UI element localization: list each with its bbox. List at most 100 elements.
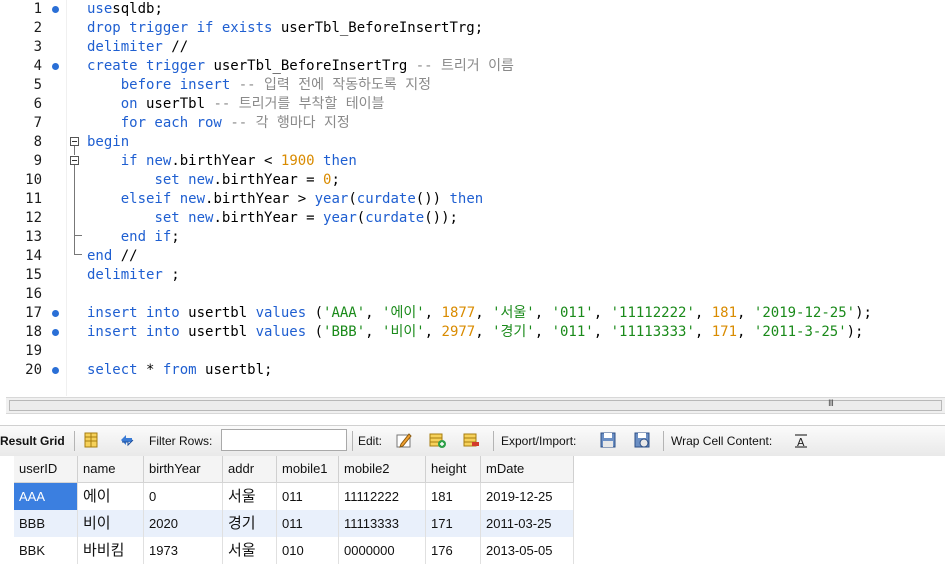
filter-rows-input[interactable] xyxy=(221,429,347,451)
column-header-addr[interactable]: addr xyxy=(223,456,277,482)
code-line[interactable]: 9 if new.birthYear < 1900 then xyxy=(0,152,945,171)
table-cell[interactable]: 비이 xyxy=(78,510,144,537)
code-token: sqldb; xyxy=(112,1,163,17)
code-line[interactable]: 13 end if; xyxy=(0,228,945,247)
table-cell[interactable]: 2019-12-25 xyxy=(481,483,574,510)
add-row-icon[interactable] xyxy=(428,431,446,449)
fold-toggle-icon[interactable] xyxy=(70,156,79,165)
code-token: year xyxy=(314,191,349,207)
table-cell[interactable]: 181 xyxy=(426,483,481,510)
refresh-icon[interactable] xyxy=(118,431,136,449)
code-token: before insert xyxy=(120,77,231,93)
code-line[interactable]: 17 insert into usertbl values ('AAA', '에이… xyxy=(0,304,945,323)
table-cell[interactable]: 0 xyxy=(144,483,223,510)
code-line[interactable]: 10 set new.birthYear = 0; xyxy=(0,171,945,190)
code-text: set new.birthYear = 0; xyxy=(87,171,339,190)
table-cell[interactable]: 2013-05-05 xyxy=(481,537,574,564)
column-header-birthYear[interactable]: birthYear xyxy=(144,456,223,482)
code-line[interactable]: 1 usesqldb; xyxy=(0,0,945,19)
scrollbar-thumb[interactable]: III xyxy=(9,399,942,411)
table-cell[interactable]: 010 xyxy=(277,537,339,564)
table-cell[interactable]: 서울 xyxy=(223,483,277,510)
table-row[interactable]: AAA 에이 0 서울 011 11112222 181 2019-12-25 xyxy=(14,483,574,510)
code-text: select * from usertbl; xyxy=(87,361,272,380)
table-cell[interactable]: 2020 xyxy=(144,510,223,537)
code-line[interactable]: 11 elseif new.birthYear > year(curdate()… xyxy=(0,190,945,209)
statement-marker-icon[interactable] xyxy=(52,310,59,317)
line-number: 18 xyxy=(25,324,42,340)
table-cell[interactable]: 011 xyxy=(277,510,339,537)
code-token: usertbl xyxy=(179,324,256,340)
column-header-mDate[interactable]: mDate xyxy=(481,456,574,482)
scrollbar-grip-icon: III xyxy=(828,399,834,409)
grid-view-icon[interactable] xyxy=(82,431,100,449)
column-header-height[interactable]: height xyxy=(426,456,481,482)
delete-row-icon[interactable] xyxy=(462,431,480,449)
column-header-name[interactable]: name xyxy=(78,456,144,482)
fold-toggle-icon[interactable] xyxy=(70,137,79,146)
table-row[interactable]: BBK 바비킴 1973 서울 010 0000000 176 2013-05-05 xyxy=(14,537,574,564)
code-token: set xyxy=(154,210,180,226)
code-line[interactable]: 16 xyxy=(0,285,945,304)
column-header-mobile2[interactable]: mobile2 xyxy=(339,456,426,482)
table-cell[interactable]: AAA xyxy=(14,483,78,510)
code-token: // xyxy=(162,39,189,55)
table-row[interactable]: BBB 비이 2020 경기 011 11113333 171 2011-03-25 xyxy=(14,510,574,537)
table-cell[interactable]: 0000000 xyxy=(339,537,426,564)
code-line[interactable]: 7 for each row -- 각 행마다 지정 xyxy=(0,114,945,133)
statement-marker-icon[interactable] xyxy=(52,6,59,13)
edit-cell-icon[interactable] xyxy=(395,431,413,449)
code-token: '에이' xyxy=(382,305,425,321)
code-token: userTbl_BeforeInsertTrg xyxy=(205,58,416,74)
table-cell[interactable]: 11113333 xyxy=(339,510,426,537)
column-header-mobile1[interactable]: mobile1 xyxy=(277,456,339,482)
code-line[interactable]: 5 before insert -- 입력 전에 작동하도록 지정 xyxy=(0,76,945,95)
code-token: ; xyxy=(171,229,180,245)
line-number: 19 xyxy=(25,343,42,359)
table-cell[interactable]: 2011-03-25 xyxy=(481,510,574,537)
code-line[interactable]: 8 begin xyxy=(0,133,945,152)
wrap-text-icon[interactable]: A xyxy=(792,431,810,449)
line-number: 5 xyxy=(33,77,42,93)
import-icon[interactable] xyxy=(633,431,651,449)
line-number: 4 xyxy=(33,58,42,74)
code-token: year xyxy=(323,210,357,226)
export-icon[interactable] xyxy=(599,431,617,449)
table-cell[interactable]: 11112222 xyxy=(339,483,426,510)
horizontal-scrollbar[interactable]: III xyxy=(6,397,945,414)
table-cell[interactable]: BBK xyxy=(14,537,78,564)
sql-editor[interactable]: 1 usesqldb; 2 drop trigger if exists userTb… xyxy=(0,0,945,396)
result-grid[interactable]: userID name birthYear addr mobile1 mobile2 hei… xyxy=(0,456,945,564)
code-token: then xyxy=(449,191,484,207)
table-cell[interactable]: 011 xyxy=(277,483,339,510)
table-cell[interactable]: 171 xyxy=(426,510,481,537)
table-cell[interactable]: 1973 xyxy=(144,537,223,564)
code-line[interactable]: 18 insert into usertbl values ('BBB', '비이… xyxy=(0,323,945,342)
code-line[interactable]: 20 select * from usertbl; xyxy=(0,361,945,380)
table-cell[interactable]: 경기 xyxy=(223,510,277,537)
statement-marker-icon[interactable] xyxy=(52,329,59,336)
table-cell[interactable]: 176 xyxy=(426,537,481,564)
statement-marker-icon[interactable] xyxy=(52,63,59,70)
column-header-userID[interactable]: userID xyxy=(14,456,78,482)
code-token: drop trigger if exists xyxy=(87,20,273,36)
filter-rows-label: Filter Rows: xyxy=(149,434,213,448)
table-cell[interactable]: 바비킴 xyxy=(78,537,144,564)
table-cell[interactable]: 서울 xyxy=(223,537,277,564)
code-text: usesqldb; xyxy=(87,0,163,19)
table-cell[interactable]: BBB xyxy=(14,510,78,537)
code-line[interactable]: 14 end // xyxy=(0,247,945,266)
line-number: 6 xyxy=(33,96,42,112)
code-line[interactable]: 6 on userTbl -- 트리거를 부착할 테이블 xyxy=(0,95,945,114)
code-line[interactable]: 2 drop trigger if exists userTbl_BeforeIn… xyxy=(0,19,945,38)
fold-guide xyxy=(74,165,75,254)
code-token: .birthYear = xyxy=(213,172,324,188)
code-line[interactable]: 12 set new.birthYear = year(curdate()); xyxy=(0,209,945,228)
result-grid-tab[interactable]: Result Grid xyxy=(0,434,65,448)
code-line[interactable]: 4 create trigger userTbl_BeforeInsertTrg … xyxy=(0,57,945,76)
table-cell[interactable]: 에이 xyxy=(78,483,144,510)
code-line[interactable]: 3 delimiter // xyxy=(0,38,945,57)
code-line[interactable]: 19 xyxy=(0,342,945,361)
code-line[interactable]: 15 delimiter ; xyxy=(0,266,945,285)
statement-marker-icon[interactable] xyxy=(52,367,59,374)
